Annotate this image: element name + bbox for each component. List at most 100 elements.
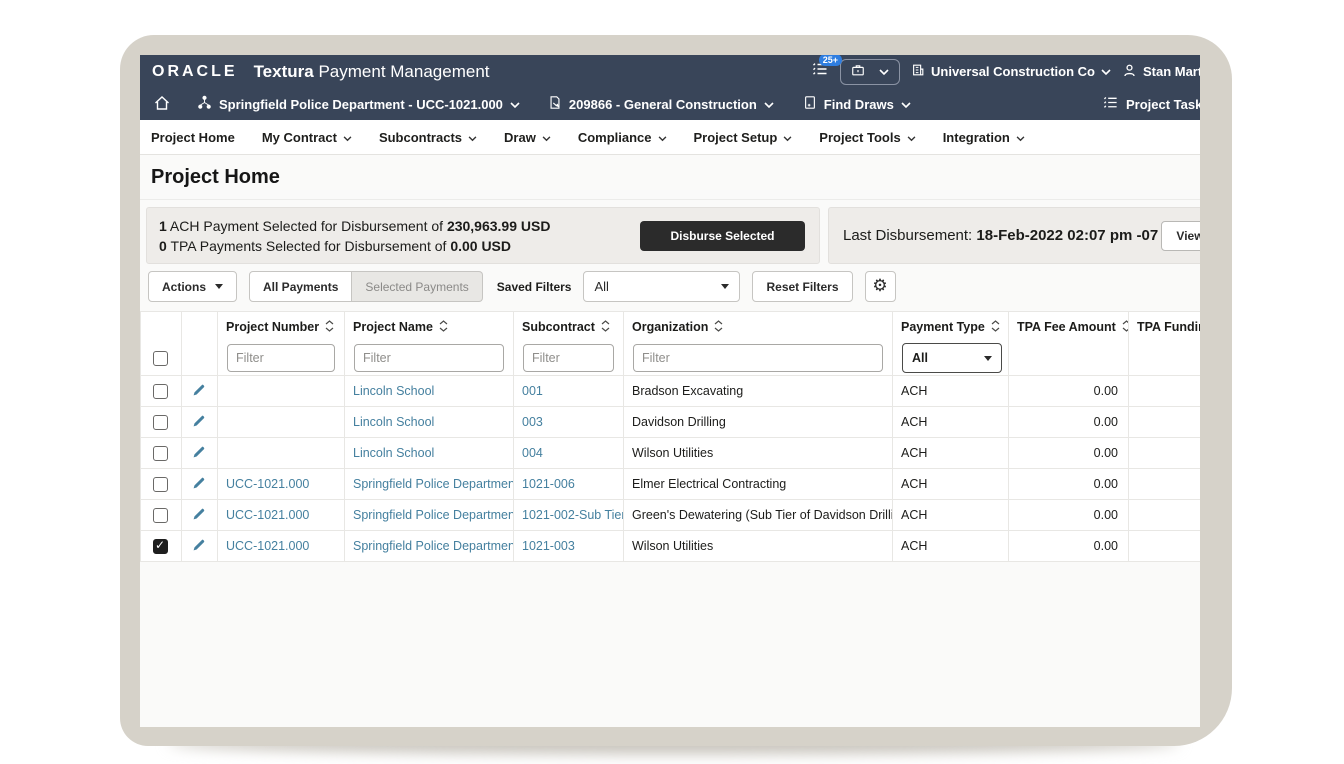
- table-settings-button[interactable]: ⚙: [865, 271, 896, 302]
- edit-pencil-icon[interactable]: [192, 386, 206, 400]
- project-number-link[interactable]: UCC-1021.000: [226, 477, 309, 491]
- select-column-header: [141, 312, 182, 342]
- table-row: Lincoln School 004 Wilson Utilities ACH …: [141, 438, 1201, 469]
- organization-cell: Green's Dewatering (Sub Tier of Davidson…: [632, 508, 893, 522]
- project-name-link[interactable]: Springfield Police Department: [353, 539, 514, 553]
- payment-type-cell: ACH: [901, 539, 927, 553]
- subcontract-link[interactable]: 1021-006: [522, 477, 575, 491]
- header-context-row: Springfield Police Department - UCC-1021…: [140, 88, 1200, 120]
- table-toolbar: Actions All Payments Selected Payments S…: [148, 271, 1200, 302]
- project-number-link[interactable]: UCC-1021.000: [226, 539, 309, 553]
- menu-project-tools[interactable]: Project Tools: [819, 130, 915, 145]
- subcontract-link[interactable]: 001: [522, 384, 543, 398]
- edit-pencil-icon[interactable]: [192, 541, 206, 555]
- briefcase-icon: [851, 63, 865, 80]
- notifications-tasks-button[interactable]: 25+: [812, 61, 829, 82]
- last-disbursement-panel: Last Disbursement: 18-Feb-2022 02:07 pm …: [828, 207, 1200, 264]
- chevron-down-icon: [783, 130, 792, 145]
- project-name-link[interactable]: Lincoln School: [353, 384, 434, 398]
- org-hierarchy-icon: [197, 95, 212, 113]
- chevron-down-icon: [879, 64, 889, 79]
- subcontract-filter-input[interactable]: [523, 344, 614, 372]
- reset-filters-button[interactable]: Reset Filters: [752, 271, 852, 302]
- subcontract-link[interactable]: 1021-002-Sub Tier: [522, 508, 624, 522]
- organization-cell: Davidson Drilling: [632, 415, 726, 429]
- contract-selector[interactable]: 209866 - General Construction: [548, 95, 774, 113]
- edit-pencil-icon[interactable]: [192, 417, 206, 431]
- column-subcontract[interactable]: Subcontract: [514, 312, 624, 342]
- sort-icon: [325, 320, 334, 332]
- page-title-block: Project Home: [140, 155, 1200, 200]
- menu-draw[interactable]: Draw: [504, 130, 551, 145]
- project-number-link[interactable]: UCC-1021.000: [226, 508, 309, 522]
- sort-icon: [991, 320, 1000, 332]
- header-brand-row: ORACLE Textura Payment Management 25+: [140, 55, 1200, 88]
- row-checkbox[interactable]: [153, 415, 168, 430]
- menu-integration[interactable]: Integration: [943, 130, 1025, 145]
- oracle-logo: ORACLE: [152, 63, 238, 81]
- saved-filters-select[interactable]: All: [583, 271, 740, 302]
- menu-project-setup[interactable]: Project Setup: [694, 130, 793, 145]
- menu-subcontracts[interactable]: Subcontracts: [379, 130, 477, 145]
- edit-pencil-icon[interactable]: [192, 510, 206, 524]
- column-payment-type[interactable]: Payment Type: [893, 312, 1009, 342]
- payments-table: Project Number Project Name Subcontract …: [140, 311, 1200, 562]
- edit-column-header: [182, 312, 218, 342]
- tpa-text: TPA Payments Selected for Disbursement o…: [170, 238, 446, 254]
- actions-dropdown-button[interactable]: Actions: [148, 271, 237, 302]
- column-tpa-funding[interactable]: TPA Funding: [1129, 312, 1201, 342]
- saved-filters-label: Saved Filters: [497, 280, 572, 294]
- organization-filter-input[interactable]: [633, 344, 883, 372]
- user-menu[interactable]: Stan Martin: [1122, 63, 1200, 81]
- caret-down-icon: [721, 284, 729, 289]
- project-name-link[interactable]: Lincoln School: [353, 415, 434, 429]
- all-payments-tab[interactable]: All Payments: [249, 271, 352, 302]
- edit-pencil-icon[interactable]: [192, 448, 206, 462]
- table-row: UCC-1021.000 Springfield Police Departme…: [141, 531, 1201, 562]
- edit-pencil-icon[interactable]: [192, 479, 206, 493]
- project-number-filter-input[interactable]: [227, 344, 335, 372]
- row-checkbox[interactable]: [153, 446, 168, 461]
- project-name-link[interactable]: Lincoln School: [353, 446, 434, 460]
- tools-menu-button[interactable]: [840, 59, 900, 85]
- column-project-name[interactable]: Project Name: [345, 312, 514, 342]
- chevron-down-icon: [1101, 64, 1111, 79]
- menu-label: Subcontracts: [379, 130, 462, 145]
- home-button[interactable]: [154, 95, 170, 114]
- menu-project-home[interactable]: Project Home: [151, 130, 235, 145]
- project-selector[interactable]: Springfield Police Department - UCC-1021…: [197, 95, 520, 113]
- payments-view-toggle: All Payments Selected Payments: [249, 271, 483, 302]
- row-checkbox[interactable]: [153, 508, 168, 523]
- task-count-badge: 25+: [819, 55, 842, 66]
- row-checkbox[interactable]: [153, 477, 168, 492]
- project-tasks-label: Project Tasks: [1126, 97, 1200, 112]
- subcontract-link[interactable]: 004: [522, 446, 543, 460]
- tpa-fee-cell: 0.00: [1094, 539, 1118, 553]
- view-payments-button[interactable]: View Payments: [1161, 221, 1200, 251]
- project-name-link[interactable]: Springfield Police Department: [353, 508, 514, 522]
- subcontract-link[interactable]: 1021-003: [522, 539, 575, 553]
- select-all-checkbox[interactable]: [153, 351, 168, 366]
- selected-payments-tab[interactable]: Selected Payments: [352, 271, 482, 302]
- row-checkbox[interactable]: [153, 384, 168, 399]
- company-label: Universal Construction Co: [931, 64, 1095, 79]
- project-tasks-button[interactable]: Project Tasks: [1103, 88, 1200, 120]
- row-checkbox[interactable]: [153, 539, 168, 554]
- subcontract-link[interactable]: 003: [522, 415, 543, 429]
- building-icon: [911, 63, 925, 80]
- project-name-filter-input[interactable]: [354, 344, 504, 372]
- column-tpa-fee-amount[interactable]: TPA Fee Amount: [1009, 312, 1129, 342]
- company-selector[interactable]: Universal Construction Co: [911, 63, 1111, 80]
- actions-label: Actions: [162, 280, 206, 294]
- tpa-fee-cell: 0.00: [1094, 446, 1118, 460]
- payment-type-filter-select[interactable]: All: [902, 343, 1002, 373]
- column-organization[interactable]: Organization: [624, 312, 893, 342]
- column-project-number[interactable]: Project Number: [218, 312, 345, 342]
- contract-selector-label: 209866 - General Construction: [569, 97, 757, 112]
- menu-my-contract[interactable]: My Contract: [262, 130, 352, 145]
- project-name-link[interactable]: Springfield Police Department: [353, 477, 514, 491]
- disburse-selected-button[interactable]: Disburse Selected: [640, 221, 805, 251]
- find-draws-menu[interactable]: Find Draws: [803, 95, 911, 113]
- chevron-down-icon: [764, 97, 774, 112]
- menu-compliance[interactable]: Compliance: [578, 130, 667, 145]
